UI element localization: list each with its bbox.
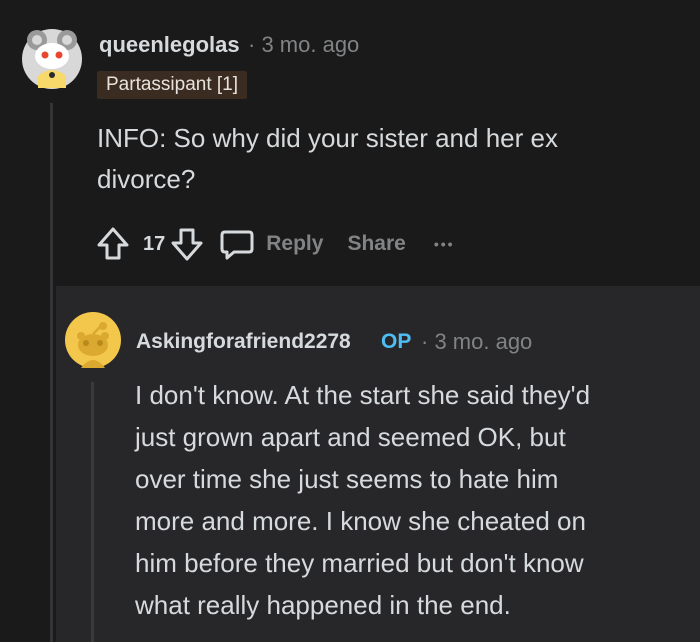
share-button[interactable]: Share: [347, 232, 405, 256]
user-avatar[interactable]: [22, 26, 82, 92]
upvote-icon[interactable]: [95, 224, 131, 264]
comment-line: more and more. I know she cheated on: [135, 506, 586, 536]
comment-actions: 17 Reply Share •••: [95, 224, 455, 264]
user-flair: Partassipant [1]: [97, 71, 248, 99]
thread-line[interactable]: [91, 382, 94, 642]
comment-line: him before they married but don't know: [135, 548, 584, 578]
user-avatar[interactable]: [65, 312, 121, 368]
comment-line: INFO: So why did your sister and her ex: [97, 123, 558, 153]
reply-button[interactable]: Reply: [219, 224, 323, 264]
vote-count: 17: [143, 232, 166, 255]
comment-age[interactable]: 3 mo. ago: [261, 32, 359, 57]
more-options-icon[interactable]: •••: [434, 236, 455, 252]
comment-line: just grown apart and seemed OK, but: [135, 422, 566, 452]
username[interactable]: Askingforafriend2278: [136, 327, 351, 357]
comment-line: what really happened in the end.: [135, 590, 511, 620]
comment-age[interactable]: 3 mo. ago: [434, 329, 532, 354]
comment-bubble-icon: [220, 230, 254, 260]
comment-body: INFO: So why did your sister and her ex …: [97, 118, 657, 200]
comment-timestamp[interactable]: · 3 mo. ago: [248, 30, 359, 60]
reply-label: Reply: [266, 232, 324, 255]
comment-body: I don't know. At the start she said they…: [135, 374, 695, 626]
username[interactable]: queenlegolas: [99, 30, 240, 60]
comment-line: over time she just seems to hate him: [135, 464, 559, 494]
downvote-icon[interactable]: [169, 224, 205, 264]
comment-line: I don't know. At the start she said they…: [135, 380, 591, 410]
meta-separator: ·: [248, 32, 256, 57]
thread-line[interactable]: [50, 103, 53, 642]
op-badge: OP: [381, 330, 412, 353]
comment-line: divorce?: [97, 164, 196, 194]
meta-separator: ·: [421, 329, 429, 354]
comment-timestamp[interactable]: · 3 mo. ago: [421, 327, 532, 357]
